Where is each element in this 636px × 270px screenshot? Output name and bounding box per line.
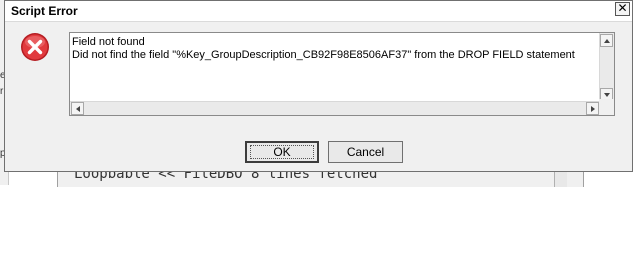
cancel-button[interactable]: Cancel xyxy=(328,141,403,163)
dialog-title: Script Error xyxy=(11,4,78,18)
script-error-dialog: Script Error ✕ Field not found Did not f… xyxy=(4,0,633,172)
background-scrollbar xyxy=(554,170,567,187)
arrow-left-icon xyxy=(76,106,80,112)
background-code-remnant: - . . - . . - . - . - - . - . . . xyxy=(138,180,449,187)
scroll-left-button[interactable] xyxy=(71,102,84,115)
scroll-up-button[interactable] xyxy=(600,34,613,47)
arrow-up-icon xyxy=(604,39,610,43)
background-script-editor: Loopbable << FileDBO 8 lines fetched - .… xyxy=(57,170,584,187)
background-text-fragment: r xyxy=(0,86,4,97)
focus-rectangle xyxy=(250,145,314,159)
dialog-titlebar[interactable]: Script Error ✕ xyxy=(5,1,632,22)
error-icon xyxy=(21,33,49,61)
close-icon: ✕ xyxy=(617,1,628,15)
ok-button[interactable]: OK xyxy=(245,141,319,163)
message-line-detail: Did not find the field "%Key_GroupDescri… xyxy=(72,49,575,61)
message-textbox[interactable]: Field not found Did not find the field "… xyxy=(69,32,615,116)
arrow-down-icon xyxy=(604,93,610,97)
close-button[interactable]: ✕ xyxy=(615,2,630,16)
scroll-right-button[interactable] xyxy=(586,102,599,115)
horizontal-scrollbar[interactable] xyxy=(70,101,599,115)
vertical-scrollbar[interactable] xyxy=(599,33,614,101)
arrow-right-icon xyxy=(591,106,595,112)
message-line-title: Field not found xyxy=(72,36,145,48)
scrollbar-corner xyxy=(599,99,614,115)
cancel-button-label: Cancel xyxy=(346,145,385,159)
